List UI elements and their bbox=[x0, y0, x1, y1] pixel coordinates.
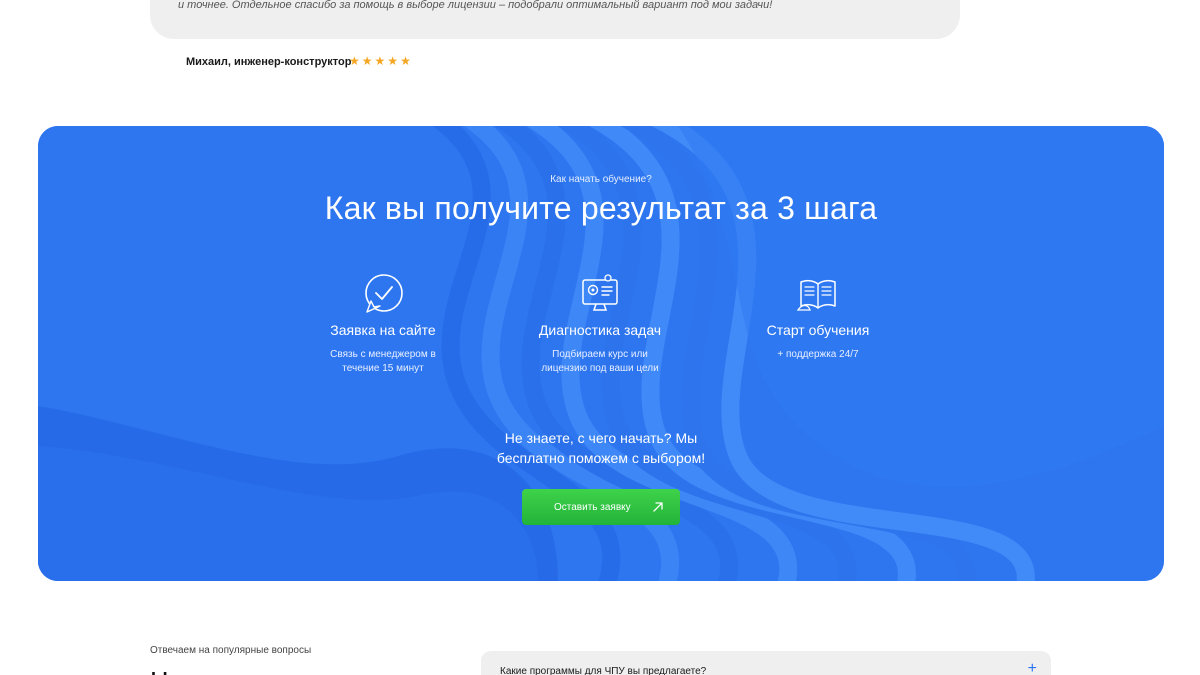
step-application: Заявка на сайте Связь с менеджером в теч… bbox=[283, 272, 483, 376]
star-icon: ★ bbox=[387, 54, 399, 68]
help-text-line: бесплатно поможем с выбором! bbox=[496, 450, 706, 466]
submit-request-button[interactable]: Оставить заявку bbox=[522, 489, 680, 525]
star-icon: ★ bbox=[374, 54, 386, 68]
steps-section: Как начать обучение? Как вы получите рез… bbox=[38, 126, 1164, 581]
help-text-line: Не знаете, с чего начать? Мы bbox=[504, 430, 698, 446]
step-description: Подбираем курс или лицензию под ваши цел… bbox=[500, 348, 700, 376]
step-desc-line: течение 15 минут bbox=[342, 363, 424, 374]
plus-icon[interactable]: + bbox=[1028, 661, 1037, 675]
faq-kicker: Отвечаем на популярные вопросы bbox=[150, 645, 312, 656]
section-title: Как вы получите результат за 3 шага bbox=[324, 190, 878, 226]
monitor-gear-icon bbox=[582, 274, 618, 311]
check-cursor-icon bbox=[365, 274, 403, 313]
review-text: и точнее. Отдельное спасибо за помощь в … bbox=[178, 0, 773, 11]
step-desc-line: Связь с менеджером в bbox=[330, 349, 436, 360]
faq-question: Какие программы для ЧПУ вы предлагаете? bbox=[500, 666, 707, 675]
rating-stars: ★ ★ ★ ★ ★ bbox=[349, 54, 411, 68]
faq-item[interactable]: Какие программы для ЧПУ вы предлагаете? … bbox=[481, 651, 1051, 675]
step-title: Диагностика задач bbox=[538, 322, 662, 338]
step-title: Заявка на сайте bbox=[330, 322, 436, 338]
open-book-icon bbox=[796, 279, 836, 311]
star-icon: ★ bbox=[361, 54, 373, 68]
help-text: Не знаете, с чего начать? Мы бесплатно п… bbox=[38, 428, 1164, 468]
section-kicker: Как начать обучение? bbox=[550, 174, 652, 185]
arrow-up-right-icon bbox=[653, 502, 663, 512]
step-desc-line: Подбираем курс или bbox=[552, 349, 648, 360]
faq-heading: Ч bbox=[150, 668, 172, 675]
step-start-learning: Старт обучения + поддержка 24/7 bbox=[718, 272, 918, 362]
step-description: Связь с менеджером в течение 15 минут bbox=[283, 348, 483, 376]
star-icon: ★ bbox=[349, 54, 360, 68]
step-desc-line: лицензию под ваши цели bbox=[541, 363, 659, 374]
review-author: Михаил, инженер-конструктор bbox=[186, 56, 352, 68]
step-diagnostics: Диагностика задач Подбираем курс или лиц… bbox=[500, 272, 700, 376]
step-description: + поддержка 24/7 bbox=[718, 348, 918, 362]
star-icon: ★ bbox=[400, 54, 411, 68]
step-desc-line: + поддержка 24/7 bbox=[777, 349, 859, 360]
submit-request-label: Оставить заявку bbox=[554, 501, 631, 513]
step-title: Старт обучения bbox=[766, 322, 870, 338]
